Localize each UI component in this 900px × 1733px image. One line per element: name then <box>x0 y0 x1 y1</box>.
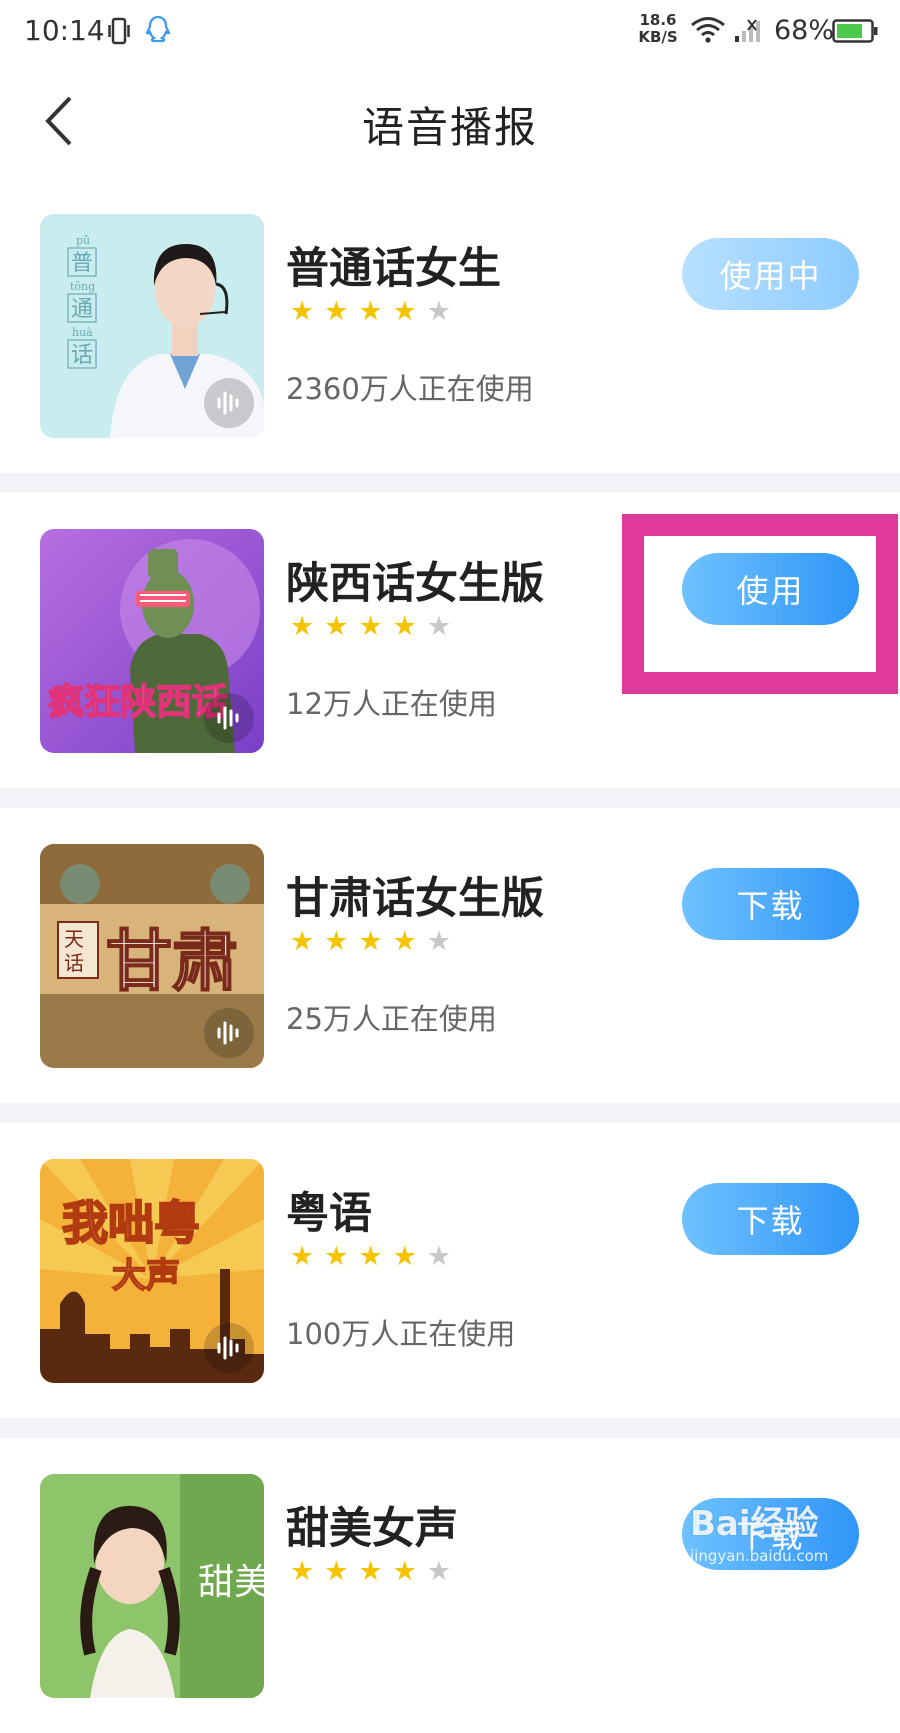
star-empty-icon: ★ <box>426 1556 462 1587</box>
voice-item[interactable]: pǔ 普 tōng 通 huà 话 普通话女生 ★★★★★ 2360万人正在使用… <box>0 178 900 473</box>
star-icon: ★ <box>392 1556 427 1587</box>
star-icon: ★ <box>358 1556 393 1587</box>
rating-stars: ★★★★★ <box>290 926 461 957</box>
vibrate-icon <box>108 16 130 46</box>
thumbnail-text-top: 我咄粤 <box>62 1196 200 1250</box>
char-tong: 通 <box>71 297 93 322</box>
audio-preview-icon[interactable] <box>204 378 254 428</box>
pinyin-tong: tōng <box>70 280 95 293</box>
rating-stars: ★★★★★ <box>290 296 461 327</box>
char-pu: 普 <box>71 251 93 276</box>
user-count: 100万人正在使用 <box>286 1317 516 1351</box>
net-speed-value: 18.6 <box>639 11 677 29</box>
voice-name: 甜美女声 <box>286 1504 458 1554</box>
star-icon: ★ <box>358 926 393 957</box>
download-button[interactable]: 下载 <box>682 868 859 940</box>
voice-thumbnail-sweet: 甜美 <box>40 1474 264 1698</box>
battery-percent: 68% <box>774 15 835 46</box>
status-bar: 10:14 18.6 KB/S 68% <box>0 0 900 64</box>
char-hua: 话 <box>71 343 93 368</box>
star-icon: ★ <box>290 296 325 327</box>
highlight-annotation <box>622 514 898 694</box>
voice-thumbnail-gansu: 天 话 甘肃 <box>40 844 264 1068</box>
star-icon: ★ <box>324 1241 359 1272</box>
pinyin-pu: pǔ <box>76 234 90 247</box>
voice-name: 粤语 <box>286 1189 372 1239</box>
voice-thumbnail-shaanxi: 疯狂陕西话 <box>40 529 264 753</box>
rating-stars: ★★★★★ <box>290 1241 461 1272</box>
voice-item[interactable]: 我咄粤 大声 粤语 ★★★★★ 100万人正在使用 下载 <box>0 1123 900 1418</box>
voice-item[interactable]: 天 话 甘肃 甘肃话女生版 ★★★★★ 25万人正在使用 下载 <box>0 808 900 1103</box>
header: 语音播报 <box>0 64 900 179</box>
voice-thumbnail-cantonese: 我咄粤 大声 <box>40 1159 264 1383</box>
voice-name: 甘肃话女生版 <box>286 874 544 924</box>
user-count: 2360万人正在使用 <box>286 372 534 406</box>
rating-stars: ★★★★★ <box>290 1556 461 1587</box>
star-icon: ★ <box>392 611 427 642</box>
star-icon: ★ <box>290 1556 325 1587</box>
net-speed: 18.6 KB/S <box>636 12 680 46</box>
star-icon: ★ <box>358 611 393 642</box>
star-icon: ★ <box>290 611 325 642</box>
star-icon: ★ <box>324 296 359 327</box>
audio-preview-icon[interactable] <box>204 1323 254 1373</box>
watermark-logo: Bai经验 <box>690 1504 819 1544</box>
star-icon: ★ <box>290 926 325 957</box>
in-use-button[interactable]: 使用中 <box>682 238 859 310</box>
star-empty-icon: ★ <box>426 1241 462 1272</box>
star-icon: ★ <box>358 1241 393 1272</box>
voice-thumbnail-putonghua: pǔ 普 tōng 通 huà 话 <box>40 214 264 438</box>
user-count: 25万人正在使用 <box>286 1002 497 1036</box>
wifi-icon <box>690 16 726 44</box>
star-empty-icon: ★ <box>426 926 462 957</box>
star-icon: ★ <box>358 296 393 327</box>
voice-name: 普通话女生 <box>286 244 501 294</box>
thumbnail-text: 疯狂陕西话 <box>48 681 228 723</box>
divider <box>0 1103 900 1123</box>
star-icon: ★ <box>392 926 427 957</box>
star-icon: ★ <box>290 1241 325 1272</box>
thumbnail-text-bottom: 大声 <box>112 1256 180 1296</box>
rating-stars: ★★★★★ <box>290 611 461 642</box>
thumbnail-text: 甘肃 <box>106 922 238 1000</box>
page-title: 语音播报 <box>361 103 538 152</box>
star-icon: ★ <box>392 296 427 327</box>
star-icon: ★ <box>324 1556 359 1587</box>
battery-icon <box>832 19 878 43</box>
watermark: Bai经验 jingyan.baidu.com <box>690 1496 860 1586</box>
watermark-url: jingyan.baidu.com <box>690 1547 829 1565</box>
qq-icon <box>144 14 172 46</box>
status-time: 10:14 <box>24 14 105 47</box>
thumbnail-text: 甜美 <box>198 1562 264 1603</box>
user-count: 12万人正在使用 <box>286 687 497 721</box>
signal-icon <box>734 18 764 44</box>
voice-name: 陕西话女生版 <box>286 559 544 609</box>
audio-preview-icon[interactable] <box>204 1008 254 1058</box>
divider <box>0 473 900 493</box>
thumbnail-small-char-2: 话 <box>64 951 84 975</box>
download-button[interactable]: 下载 <box>682 1183 859 1255</box>
audio-preview-icon[interactable] <box>204 693 254 743</box>
pinyin-hua: huà <box>72 326 93 339</box>
thumbnail-small-char-1: 天 <box>64 927 84 951</box>
star-icon: ★ <box>324 611 359 642</box>
divider <box>0 1418 900 1438</box>
divider <box>0 788 900 808</box>
star-icon: ★ <box>392 1241 427 1272</box>
star-empty-icon: ★ <box>426 611 462 642</box>
star-empty-icon: ★ <box>426 296 462 327</box>
star-icon: ★ <box>324 926 359 957</box>
net-speed-unit: KB/S <box>638 28 678 46</box>
voice-item[interactable]: 疯狂陕西话 陕西话女生版 ★★★★★ 12万人正在使用 使用 <box>0 493 900 788</box>
